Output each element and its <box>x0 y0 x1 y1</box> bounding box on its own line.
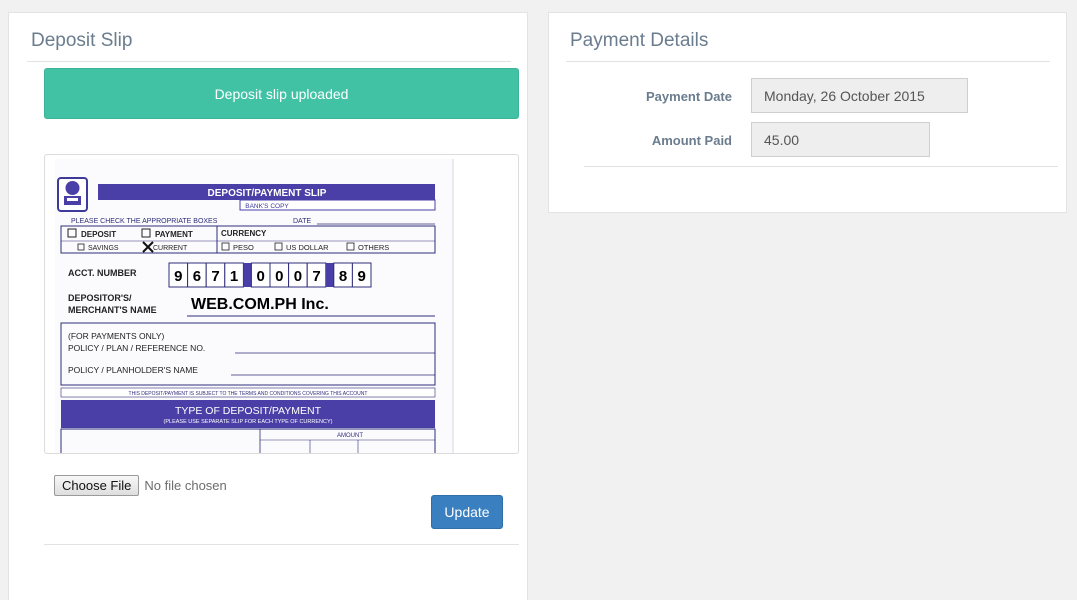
slip-current-label: CURRENT <box>153 245 188 252</box>
slip-currency-label: CURRENCY <box>221 229 267 238</box>
slip-payment-label: PAYMENT <box>155 230 193 239</box>
slip-terms: THIS DEPOSIT/PAYMENT IS SUBJECT TO THE T… <box>129 391 368 397</box>
acct-digit: 9 <box>358 268 366 285</box>
slip-peso-label: PESO <box>233 243 254 252</box>
acct-digit: 0 <box>257 268 265 285</box>
update-button[interactable]: Update <box>431 495 503 529</box>
slip-copy-label: BANK'S COPY <box>245 203 289 210</box>
acct-digit: 7 <box>312 268 320 285</box>
slip-amount-label: AMOUNT <box>337 433 363 439</box>
slip-type-sub: (PLEASE USE SEPARATE SLIP FOR EACH TYPE … <box>164 419 333 425</box>
amount-paid-label: Amount Paid <box>651 133 732 148</box>
acct-digit: 1 <box>230 268 238 285</box>
deposit-slip-scan: DEPOSIT/PAYMENT SLIP BANK'S COPY PLEASE … <box>55 159 454 453</box>
acct-digit: 8 <box>339 268 347 285</box>
acct-digit: 0 <box>275 268 283 285</box>
payment-title-divider <box>566 61 1050 62</box>
file-status-text: No file chosen <box>144 478 227 493</box>
choose-file-button[interactable]: Choose File <box>54 475 140 496</box>
acct-digit: 0 <box>294 268 302 285</box>
payment-footer-divider <box>584 166 1058 167</box>
slip-payments-only: (FOR PAYMENTS ONLY) <box>68 331 165 341</box>
slip-savings-label: SAVINGS <box>88 245 119 252</box>
amount-paid-field: 45.00 <box>751 122 930 157</box>
slip-usd-label: US DOLLAR <box>286 243 329 252</box>
upload-success-text: Deposit slip uploaded <box>214 85 349 102</box>
acct-digit: 7 <box>211 268 219 285</box>
slip-depositor-label-2: MERCHANT'S NAME <box>68 305 157 315</box>
slip-others-label: OTHERS <box>358 243 389 252</box>
slip-type-title: TYPE OF DEPOSIT/PAYMENT <box>175 405 322 417</box>
acct-digit-separator <box>325 263 334 287</box>
bank-logo-icon <box>57 177 88 212</box>
acct-digit-separator <box>243 263 252 287</box>
file-upload-row: Choose File No file chosen <box>54 475 227 496</box>
payment-details-panel: Payment Details Payment Date Monday, 26 … <box>548 12 1067 213</box>
slip-depositor-label-1: DEPOSITOR'S/ <box>68 293 132 303</box>
slip-check-boxes-label: PLEASE CHECK THE APPROPRIATE BOXES <box>71 218 218 225</box>
deposit-footer-divider <box>44 544 519 545</box>
payment-date-label: Payment Date <box>646 89 732 104</box>
deposit-slip-image: DEPOSIT/PAYMENT SLIP BANK'S COPY PLEASE … <box>44 154 519 454</box>
slip-policy-name: POLICY / PLANHOLDER'S NAME <box>68 365 198 375</box>
payment-date-field: Monday, 26 October 2015 <box>751 78 968 113</box>
slip-acct-label: ACCT. NUMBER <box>68 268 137 278</box>
deposit-slip-title: Deposit Slip <box>31 30 133 51</box>
acct-digit-boxes: 9671000789 <box>168 262 372 288</box>
payment-details-title: Payment Details <box>570 30 709 51</box>
slip-title: DEPOSIT/PAYMENT SLIP <box>208 188 327 199</box>
acct-digit: 6 <box>193 268 201 285</box>
acct-digit: 9 <box>174 268 182 285</box>
amount-paid-value: 45.00 <box>764 131 800 148</box>
payment-date-value: Monday, 26 October 2015 <box>764 87 925 104</box>
deposit-title-divider <box>27 61 511 62</box>
slip-deposit-label: DEPOSIT <box>81 230 116 239</box>
slip-policy-ref: POLICY / PLAN / REFERENCE NO. <box>68 343 205 353</box>
upload-success-alert: Deposit slip uploaded <box>44 68 519 119</box>
deposit-slip-panel: Deposit Slip Deposit slip uploaded DEPOS… <box>8 12 528 600</box>
slip-date-label: DATE <box>293 218 311 225</box>
slip-depositor-name: WEB.COM.PH Inc. <box>191 296 329 313</box>
